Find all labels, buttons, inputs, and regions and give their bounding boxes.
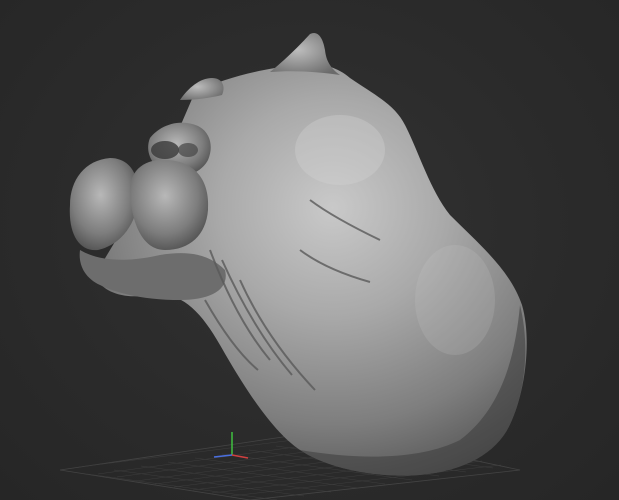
- model-nostril: [178, 143, 198, 157]
- model-jaw: [79, 250, 226, 300]
- viewport-canvas[interactable]: [0, 0, 619, 500]
- model-highlight: [295, 115, 385, 185]
- model-highlight: [415, 245, 495, 355]
- 3d-viewport[interactable]: [0, 0, 619, 500]
- model-nostril: [151, 141, 179, 159]
- sculpted-creature-head[interactable]: [69, 32, 527, 476]
- model-horn: [270, 32, 340, 75]
